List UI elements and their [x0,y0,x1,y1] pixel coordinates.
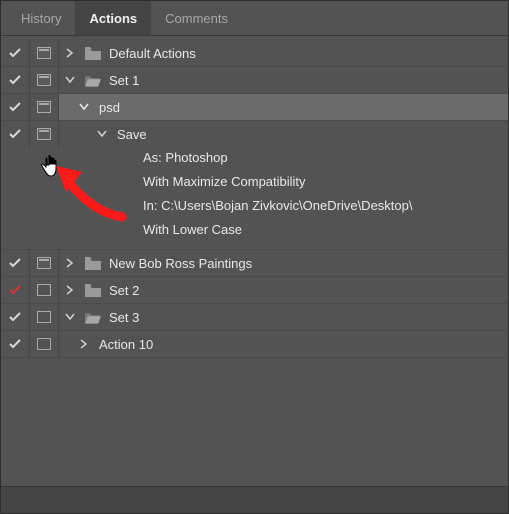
dialog-toggle-icon[interactable] [37,257,51,269]
dialog-toggle-icon[interactable] [37,338,51,350]
row-label: psd [99,100,120,115]
dialog-toggle-icon[interactable] [37,284,51,296]
checkmark-icon [9,101,21,113]
chevron-right-icon[interactable] [63,283,77,297]
dialog-toggle-icon[interactable] [37,74,51,86]
detail-compat: With Maximize Compatibility [139,173,306,191]
actions-panel: History Actions Comments Default Actions… [0,0,509,514]
folder-closed-icon [85,47,101,60]
row-label: Default Actions [109,46,196,61]
row-default-actions[interactable]: Default Actions [1,40,508,67]
row-label: Set 2 [109,283,139,298]
row-label: Set 3 [109,310,139,325]
chevron-right-icon[interactable] [77,337,91,351]
save-details: As: Photoshop With Maximize Compatibilit… [1,147,508,250]
dialog-toggle-icon[interactable] [37,128,51,140]
row-new-bob-ross[interactable]: New Bob Ross Paintings [1,250,508,277]
tab-history[interactable]: History [7,1,75,35]
detail-lower: With Lower Case [139,221,242,239]
dialog-toggle-icon[interactable] [37,311,51,323]
row-set1[interactable]: Set 1 [1,67,508,94]
checkmark-icon [9,257,21,269]
detail-as: As: Photoshop [139,149,228,167]
dialog-toggle-icon[interactable] [37,101,51,113]
checkmark-icon [9,128,21,140]
chevron-down-icon[interactable] [77,100,91,114]
chevron-down-icon[interactable] [63,73,77,87]
row-label: Action 10 [99,337,153,352]
tab-actions[interactable]: Actions [75,1,151,35]
checkmark-icon [9,284,21,296]
row-set3[interactable]: Set 3 [1,304,508,331]
actions-tree: Default Actions Set 1 psd [1,36,508,358]
panel-tabs: History Actions Comments [1,1,508,36]
folder-open-icon [85,74,101,87]
chevron-right-icon[interactable] [63,46,77,60]
folder-closed-icon [85,284,101,297]
chevron-down-icon[interactable] [95,127,109,141]
row-set2[interactable]: Set 2 [1,277,508,304]
row-action10[interactable]: Action 10 [1,331,508,358]
folder-open-icon [85,311,101,324]
row-save[interactable]: Save [1,121,508,147]
checkmark-icon [9,311,21,323]
chevron-down-icon[interactable] [63,310,77,324]
panel-footer [1,486,508,513]
checkmark-icon [9,47,21,59]
row-label: New Bob Ross Paintings [109,256,252,271]
checkmark-icon [9,74,21,86]
tab-comments[interactable]: Comments [151,1,242,35]
row-label: Set 1 [109,73,139,88]
folder-closed-icon [85,257,101,270]
detail-in: In: C:\Users\Bojan Zivkovic\OneDrive\Des… [139,197,412,215]
dialog-toggle-icon[interactable] [37,47,51,59]
row-label: Save [117,127,147,142]
chevron-right-icon[interactable] [63,256,77,270]
row-psd[interactable]: psd [1,94,508,121]
checkmark-icon [9,338,21,350]
